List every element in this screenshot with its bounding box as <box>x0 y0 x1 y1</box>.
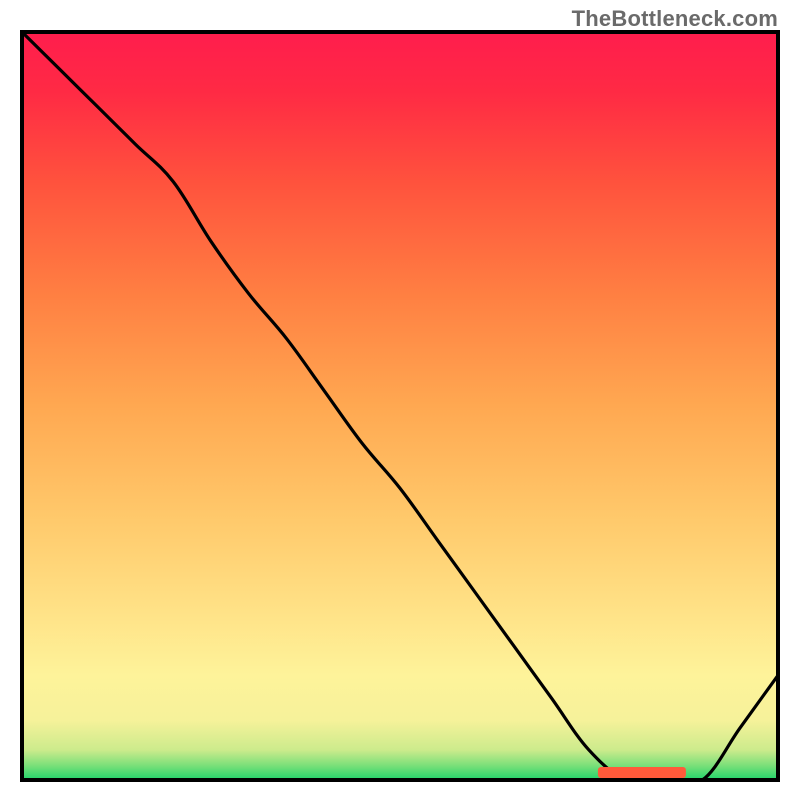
chart-container: OPTIMUM <box>20 30 780 782</box>
bottleneck-chart: OPTIMUM <box>20 30 780 782</box>
watermark-text: TheBottleneck.com <box>572 6 778 32</box>
optimum-marker: OPTIMUM <box>598 767 686 779</box>
optimum-label: OPTIMUM <box>617 768 668 779</box>
